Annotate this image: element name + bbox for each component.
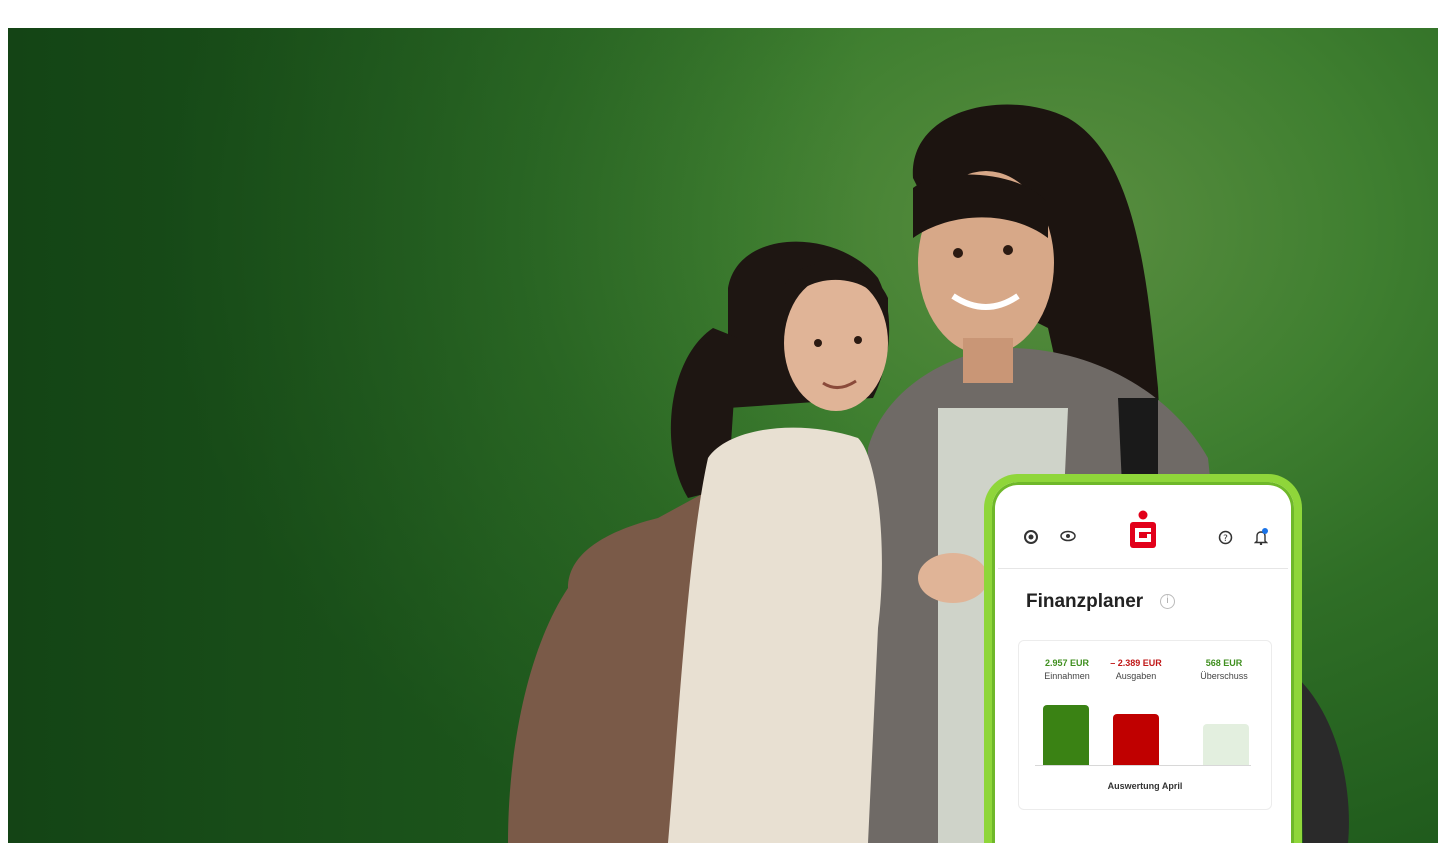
kpi-ueberschuss: 568 EUR Überschuss	[1191, 657, 1257, 683]
chart-caption: Auswertung April	[1107, 781, 1183, 791]
chart-baseline	[1035, 765, 1251, 766]
eye-icon[interactable]	[1060, 530, 1076, 545]
bar-ueberschuss	[1203, 724, 1249, 765]
phone-mockup: ? Finanzplaner i 2.957 EUR Einnahmen – 2…	[984, 474, 1302, 843]
phone-screen: ? Finanzplaner i 2.957 EUR Einnahmen – 2…	[998, 488, 1288, 843]
girl-face	[784, 275, 888, 411]
finanzplaner-title: Finanzplaner	[1026, 591, 1144, 612]
bell-icon[interactable]	[1253, 528, 1269, 548]
kpi-value: – 2.389 EUR	[1110, 658, 1162, 668]
kpi-value: 2.957 EUR	[1044, 658, 1090, 668]
kpi-value: 568 EUR	[1205, 658, 1243, 668]
kpi-einnahmen: 2.957 EUR Einnahmen	[1037, 657, 1097, 683]
kpi-label: Ausgaben	[1115, 671, 1157, 681]
notification-dot	[1262, 528, 1268, 534]
kpi-ausgaben: – 2.389 EUR Ausgaben	[1103, 657, 1169, 683]
info-icon[interactable]: i	[1160, 594, 1175, 609]
kpi-label: Einnahmen	[1044, 671, 1090, 681]
help-icon[interactable]: ?	[1218, 530, 1233, 548]
finance-summary-card[interactable]: 2.957 EUR Einnahmen – 2.389 EUR Ausgaben…	[1018, 640, 1272, 810]
mother-bag	[1298, 678, 1349, 843]
globe-icon[interactable]	[1024, 530, 1038, 547]
app-header: ?	[998, 488, 1288, 569]
sparkasse-logo[interactable]	[1128, 510, 1158, 550]
hero-banner: ? Finanzplaner i 2.957 EUR Einnahmen – 2…	[8, 28, 1438, 843]
svg-text:?: ?	[1223, 534, 1228, 544]
bar-ausgaben	[1113, 714, 1159, 765]
bar-einnahmen	[1043, 705, 1089, 765]
kpi-label: Überschuss	[1200, 671, 1248, 681]
girl-hand	[918, 553, 988, 603]
mother-neck	[963, 338, 1013, 383]
